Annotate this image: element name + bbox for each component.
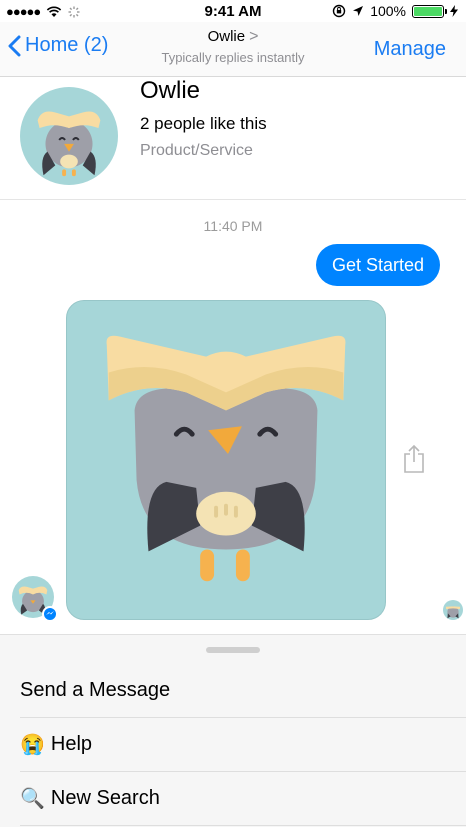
battery-icon [412,4,447,18]
owl-illustration-icon [106,335,346,582]
conversation-title: Owlie [207,28,246,45]
title-chevron-icon: > [249,28,259,45]
navigation-bar: Home (2) Owlie > Typically replies instan… [0,22,466,77]
page-category: Product/Service [140,142,253,159]
magnifier-icon: 🔍 [20,787,45,810]
location-icon [353,6,364,16]
owl-read-receipt-icon [445,606,461,619]
menu-item-send-message[interactable]: Send a Message [20,663,466,718]
menu-item-new-search[interactable]: 🔍 New Search [20,771,466,826]
read-receipt-avatar [443,600,463,620]
menu-drag-handle[interactable] [206,647,260,653]
charging-icon [450,5,458,17]
owl-image-message[interactable] [66,300,386,620]
message-timestamp: 11:40 PM [203,218,263,234]
owl-avatar-icon [37,111,101,177]
menu-item-help[interactable]: 😭 Help [20,717,466,772]
menu-item-label: New Search [50,786,160,809]
messenger-badge-icon [42,606,58,622]
battery-percent: 100% [370,3,406,19]
page-likes: 2 people like this [140,114,267,133]
orientation-lock-icon [332,4,346,18]
page-name: Owlie [140,77,201,104]
persistent-menu: Send a Message 😭 Help 🔍 New Search [0,634,466,827]
page-avatar[interactable] [20,87,118,185]
status-right: 100% [332,3,458,19]
sent-message-bubble[interactable]: Get Started [315,244,440,286]
page-profile-header: Owlie 2 people like this Product/Service [0,77,466,200]
manage-button[interactable]: Manage [374,38,446,61]
crying-face-icon: 😭 [20,733,45,756]
share-icon[interactable] [402,444,426,474]
menu-item-label: Help [50,732,93,755]
status-bar: ●●●●● 9:41 AM 100% [0,0,466,22]
menu-item-label: Send a Message [20,678,171,701]
